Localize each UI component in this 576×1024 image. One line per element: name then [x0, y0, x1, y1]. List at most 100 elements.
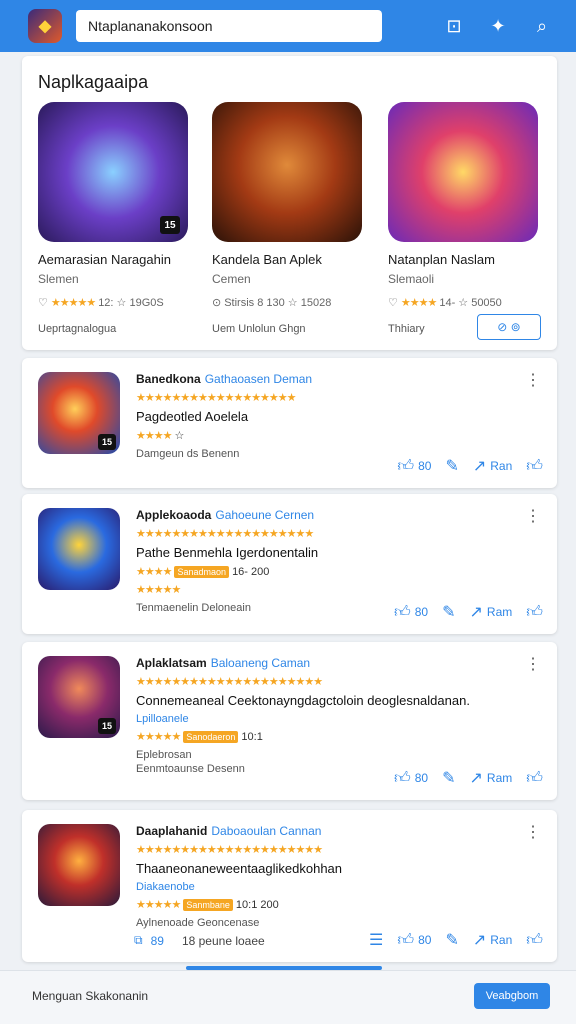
list-item[interactable]: 15 Aplaklatsam Baloaneng Caman ★★★★★★★★★★… [22, 642, 557, 800]
tag-badge: Sanodaeron [183, 731, 239, 743]
location-icon[interactable]: ⊙ [212, 296, 221, 309]
app-description: Pathe Benmehla Igerdonentalin [136, 545, 319, 560]
comment-button[interactable]: ✎ [442, 602, 455, 622]
age-rating-badge: 15 [98, 434, 116, 450]
thumbs-up-icon: 👍︎ [397, 931, 415, 949]
list-item[interactable]: 15 Banedkona Gathaoasen Deman ★★★★★★★★★★★… [22, 358, 557, 488]
app-title-row: Banedkona Gathaoasen Deman [136, 372, 516, 386]
game-icon: 15 [38, 372, 120, 454]
like-button[interactable]: 👍︎ 80 [394, 769, 428, 788]
list-item[interactable]: Applekoaoda Gahoeune Cernen ★★★★★★★★★★★★★… [22, 494, 557, 634]
share-button[interactable]: ↗ Ram [470, 602, 513, 622]
more-options-icon[interactable]: ⋮ [525, 822, 541, 842]
share-button[interactable]: ↗ Ran [473, 930, 512, 950]
app-name: Banedkona [136, 372, 201, 386]
search-input[interactable]: Ntaplananakonsoon [76, 10, 382, 42]
developer-name: Ueprtagnalogua [38, 323, 117, 335]
like-button[interactable]: 👍︎ 80 [397, 931, 431, 950]
heart-icon[interactable]: ♡ [388, 296, 398, 309]
recommend-button[interactable]: 👍︎ [526, 457, 543, 476]
rating-row: ♡ ★★★★ 14- ☆ 50050 [388, 296, 502, 309]
search-input-value: Ntaplananakonsoon [88, 18, 213, 34]
puzzle-icon[interactable]: ✦ [486, 14, 510, 38]
star-rating: ★★★★★★★★★★★★★★★★★★★★★ [136, 676, 323, 688]
star-rating: ★★★★★★★★★★★★★★★★★★ [136, 392, 297, 404]
thumbs-up-icon: 👍︎ [526, 457, 543, 475]
game-icon [388, 102, 538, 242]
app-category: Gahoeune Cernen [215, 508, 315, 522]
star-rating: ★★★★ [136, 566, 172, 578]
game-icon: 15 [38, 656, 120, 738]
app-title-row: Daaplahanid Daboaoulan Cannan [136, 824, 516, 838]
app-subtitle: Cemen [212, 272, 251, 286]
comment-icon: ✎ [445, 458, 459, 475]
action-row: 👍︎ 80 ✎ ↗ Ram 👍︎ [394, 602, 543, 622]
details-button[interactable]: ☰ [369, 930, 383, 950]
rating-row: ♡ ★★★★★ 12: ☆ 19G0S [38, 296, 164, 309]
star-rating: ★★★★★★★★★★★★★★★★★★★★ [136, 528, 314, 540]
like-button[interactable]: 👍︎ 80 [394, 603, 428, 622]
app-logo[interactable]: ◆ [28, 9, 62, 43]
featured-item[interactable]: Kandela Ban Aplek Cemen ⊙ Stirsis 8 130 ☆… [212, 102, 362, 335]
more-options-icon[interactable]: ⋮ [525, 506, 541, 526]
rating-row: ⊙ Stirsis 8 130 ☆ 15028 [212, 296, 332, 309]
install-button[interactable]: ⊘ ⊚ [477, 314, 541, 340]
thumbs-up-icon: 👍︎ [526, 931, 543, 949]
more-options-icon[interactable]: ⋮ [525, 654, 541, 674]
app-category: Gathaoasen Deman [204, 372, 313, 386]
thumbs-up-icon: 👍︎ [394, 603, 411, 621]
game-icon: 15 [38, 102, 188, 242]
app-subtitle: Slemen [38, 272, 79, 286]
share-button[interactable]: ↗ Ran [473, 456, 512, 476]
comment-button[interactable]: ✎ [445, 930, 458, 950]
action-row: 👍︎ 80 ✎ ↗ Ram 👍︎ [394, 768, 543, 788]
thumbs-up-icon: 👍︎ [526, 769, 543, 787]
app-description: Connemeaneal Ceektonayngdagctoloin deogl… [136, 693, 470, 708]
more-options-icon[interactable]: ⋮ [525, 370, 541, 390]
share-icon: ↗ [472, 932, 487, 949]
featured-item[interactable]: 15 Aemarasian Naragahin Slemen ♡ ★★★★★ 12:… [38, 102, 188, 335]
share-icon: ↗ [469, 770, 483, 787]
recommend-button[interactable]: 👍︎ [526, 603, 543, 622]
share-icon: ↗ [472, 458, 487, 475]
star-rating: ★★★★ [400, 297, 437, 309]
bottom-action-button[interactable]: Veabgbom [474, 983, 550, 1009]
search-icon[interactable]: ⌕ [530, 14, 554, 38]
app-description: Thaaneonaneweentaaglikedkohhan [136, 861, 343, 876]
footer-meta: ⧉ 89 18 peune loaee [134, 933, 265, 948]
bottom-bar: Menguan Skakonanin Veabgbom [0, 970, 576, 1024]
app-title-row: Applekoaoda Gahoeune Cernen [136, 508, 516, 522]
age-rating-badge: 15 [160, 216, 180, 234]
developer-name: Eplebrosan [136, 749, 192, 761]
star-rating: ★★★★★ [136, 899, 181, 911]
like-button[interactable]: 👍︎ 80 [397, 457, 431, 476]
developer-name: Uem Unlolun Ghgn [212, 323, 306, 335]
star-rating: ★★★★★ [50, 297, 96, 309]
game-icon [212, 102, 362, 242]
share-icon: ↗ [469, 604, 483, 621]
game-icon [38, 824, 120, 906]
comment-button[interactable]: ✎ [442, 768, 455, 788]
star-rating: ★★★★★ [136, 731, 181, 743]
tag-badge: Sanadmaon [174, 566, 229, 578]
heart-icon[interactable]: ♡ [38, 296, 48, 309]
app-name: Kandela Ban Aplek [212, 252, 322, 267]
thumbs-up-icon: 👍︎ [397, 457, 415, 475]
recommend-button[interactable]: 👍︎ [526, 769, 543, 788]
app-name: Applekoaoda [136, 508, 212, 522]
thumbs-up-icon: 👍︎ [394, 769, 411, 787]
featured-section: Naplkagaaipa 15 Aemarasian Naragahin Sle… [22, 56, 557, 350]
comment-button[interactable]: ✎ [445, 456, 458, 476]
document-icon: ☰ [369, 932, 384, 949]
gallery-icon[interactable]: ⧉ [134, 933, 143, 948]
age-rating-badge: 15 [98, 718, 116, 734]
star-rating: ★★★★ [136, 430, 172, 442]
screen-record-icon[interactable]: ⊡ [442, 14, 466, 38]
comment-icon: ✎ [445, 932, 459, 949]
list-item[interactable]: Daaplahanid Daboaoulan Cannan ★★★★★★★★★★★… [22, 810, 557, 962]
share-button[interactable]: ↗ Ram [470, 768, 513, 788]
featured-item[interactable]: Natanplan Naslam Slemaoli ♡ ★★★★ 14- ☆ 500… [388, 102, 538, 335]
app-description: Pagdeotled Aoelela [136, 409, 249, 424]
tag-badge: Sanmbane [183, 899, 233, 911]
recommend-button[interactable]: 👍︎ [526, 931, 543, 950]
